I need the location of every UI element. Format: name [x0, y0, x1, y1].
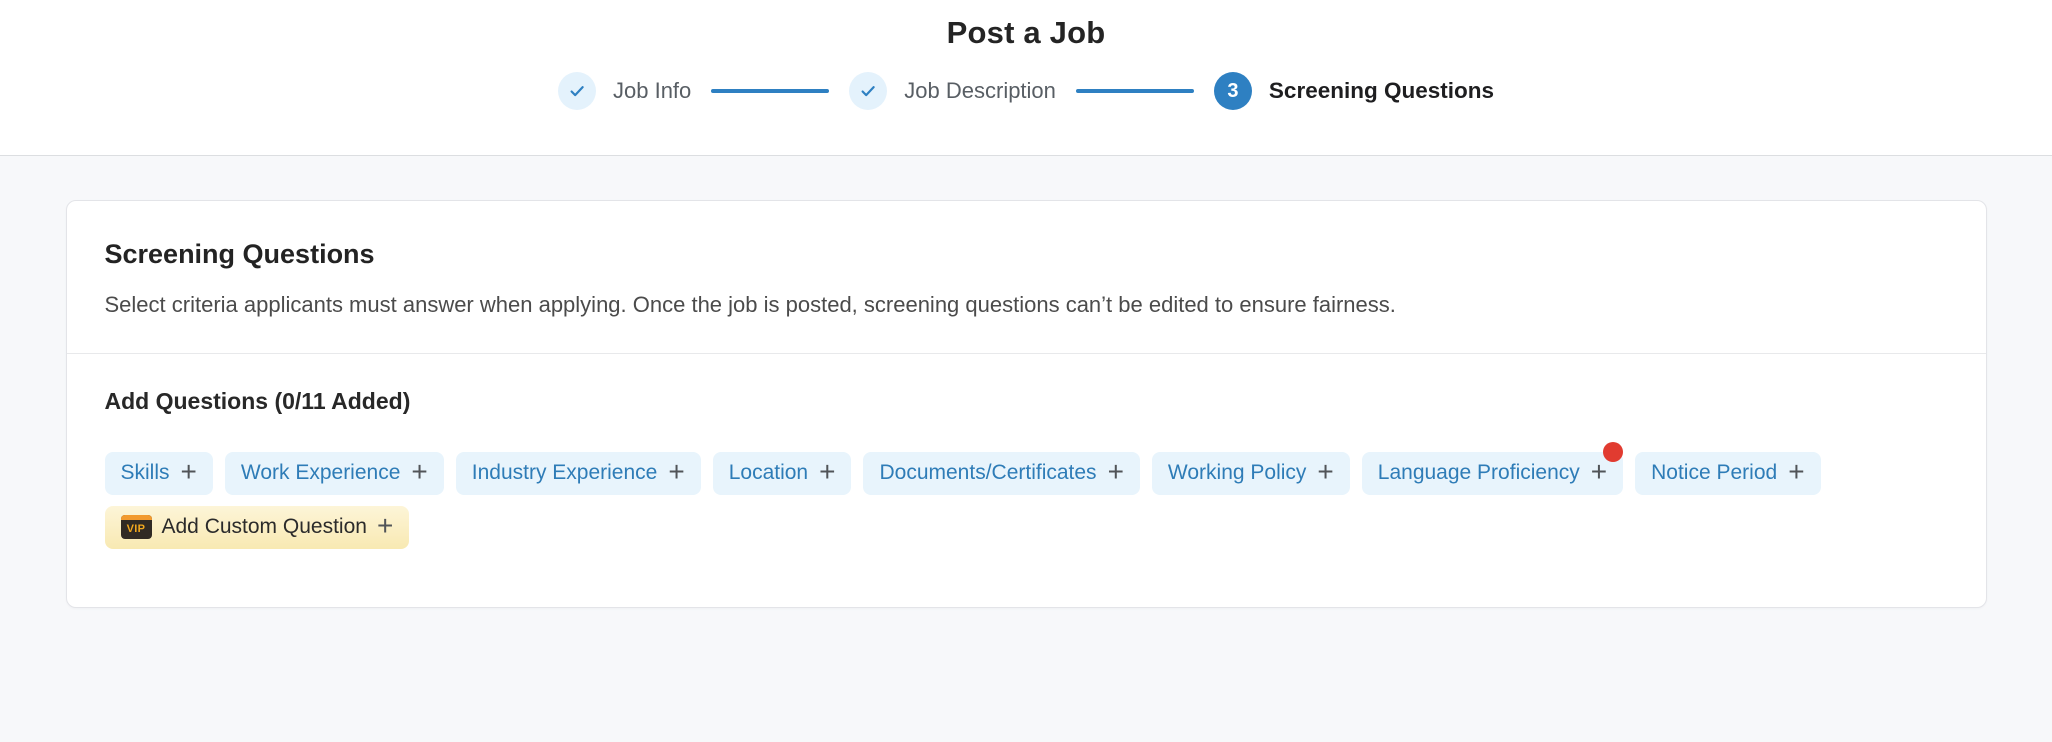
step-complete-icon	[849, 72, 888, 110]
step-complete-icon	[558, 72, 596, 110]
add-question-chip-work-experience[interactable]: Work Experience +	[224, 451, 444, 495]
plus-icon: +	[1317, 456, 1334, 488]
plus-icon: +	[1107, 456, 1124, 488]
page-title: Post a Job	[946, 15, 1106, 50]
add-question-chip-notice-period[interactable]: Notice Period +	[1635, 451, 1821, 495]
plus-icon: +	[180, 456, 197, 488]
step-connector	[711, 89, 830, 93]
chip-label: Documents/Certificates	[879, 461, 1097, 485]
step-label: Screening Questions	[1268, 78, 1494, 103]
chip-label: Work Experience	[240, 461, 401, 485]
header: Post a Job Job Info Job Description 3 Sc…	[0, 0, 2052, 156]
step-connector	[1075, 89, 1194, 93]
card-title: Screening Questions	[104, 239, 375, 269]
add-questions-heading: Add Questions (0/11 Added)	[104, 387, 411, 414]
card-description: Select criteria applicants must answer w…	[104, 292, 1396, 317]
chip-label: Working Policy	[1167, 461, 1307, 485]
plus-icon: +	[411, 456, 428, 488]
plus-icon: +	[819, 456, 836, 488]
add-question-chip-industry-experience[interactable]: Industry Experience +	[455, 451, 701, 495]
plus-icon: +	[376, 510, 394, 542]
chip-label: Location	[728, 461, 809, 485]
screening-questions-card: Screening Questions Select criteria appl…	[65, 200, 1987, 608]
add-custom-question-chip[interactable]: VIP Add Custom Question +	[104, 505, 410, 549]
chip-label: Skills	[120, 461, 170, 485]
vip-icon-text: VIP	[126, 523, 146, 536]
chip-label: Notice Period	[1651, 461, 1778, 485]
step-label: Job Description	[904, 78, 1056, 103]
chip-label: Industry Experience	[471, 461, 658, 485]
add-question-chip-language-proficiency[interactable]: Language Proficiency +	[1361, 441, 1624, 495]
custom-chip-row: VIP Add Custom Question +	[104, 505, 1948, 549]
add-questions-section: Add Questions (0/11 Added) Skills + Work E…	[67, 354, 1986, 599]
add-question-chip-skills[interactable]: Skills +	[104, 451, 213, 495]
main-content: Screening Questions Select criteria appl…	[0, 156, 2052, 608]
step-number-badge: 3	[1213, 72, 1252, 110]
step-job-description[interactable]: Job Description	[849, 72, 1056, 110]
add-question-chip-location[interactable]: Location +	[712, 451, 852, 495]
add-question-chip-working-policy[interactable]: Working Policy +	[1151, 451, 1350, 495]
chip-label: Language Proficiency	[1377, 461, 1580, 485]
stepper: Job Info Job Description 3 Screening Que…	[0, 72, 2052, 110]
chip-label: Add Custom Question	[161, 515, 367, 539]
step-screening-questions[interactable]: 3 Screening Questions	[1213, 72, 1494, 110]
question-chips-row: Skills + Work Experience + Industry Experien…	[104, 441, 1948, 495]
plus-icon: +	[668, 456, 685, 488]
plus-icon: +	[1590, 456, 1608, 488]
add-question-chip-documents-certificates[interactable]: Documents/Certificates +	[863, 451, 1140, 495]
step-label: Job Info	[613, 78, 692, 103]
step-job-info[interactable]: Job Info	[558, 72, 691, 110]
card-header-section: Screening Questions Select criteria appl…	[67, 201, 1986, 353]
notification-dot	[1603, 441, 1624, 462]
plus-icon: +	[1788, 456, 1805, 488]
vip-badge-icon: VIP	[120, 515, 152, 540]
